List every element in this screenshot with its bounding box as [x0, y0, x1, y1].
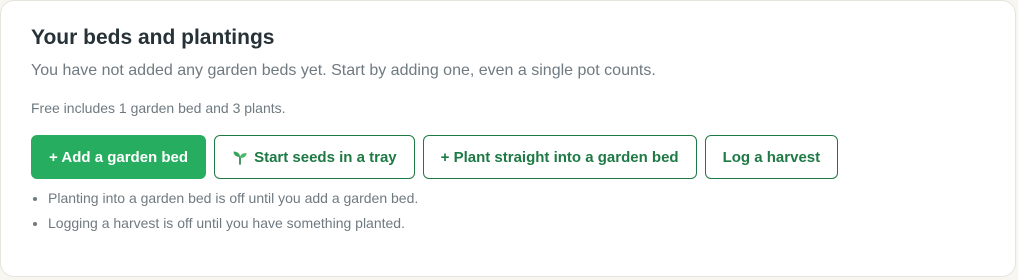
list-item: Planting into a garden bed is off until … — [48, 188, 985, 208]
add-garden-bed-button[interactable]: + Add a garden bed — [31, 135, 207, 179]
beds-card: Your beds and plantings You have not add… — [0, 0, 1016, 277]
start-seeds-button[interactable]: Start seeds in a tray — [214, 135, 415, 179]
plant-direct-button[interactable]: + Plant straight into a garden bed — [422, 135, 697, 179]
start-seeds-label: Start seeds in a tray — [254, 148, 397, 166]
list-item: Logging a harvest is off until you have … — [48, 213, 985, 233]
action-buttons: + Add a garden bed Start seeds in a tray… — [31, 135, 985, 179]
section-subtitle: You have not added any garden beds yet. … — [31, 62, 656, 79]
plan-limit-note: Free includes 1 garden bed and 3 plants. — [31, 100, 286, 116]
log-harvest-button[interactable]: Log a harvest — [704, 135, 839, 179]
sprout-icon — [233, 151, 247, 165]
section-title: Your beds and plantings — [31, 26, 275, 49]
disabled-reasons-list: Planting into a garden bed is off until … — [31, 188, 985, 233]
